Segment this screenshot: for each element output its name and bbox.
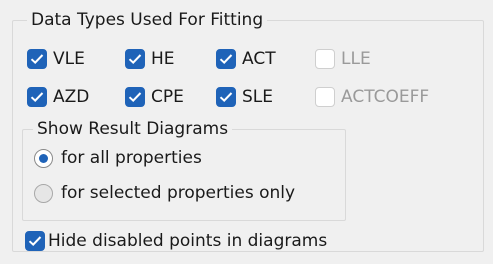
checkbox-he-box[interactable]: [125, 49, 145, 69]
checkbox-azd-label: AZD: [53, 87, 90, 107]
checkbox-hide-disabled-points-box[interactable]: [25, 231, 45, 251]
checkbox-he[interactable]: HE: [125, 46, 175, 72]
checkbox-sle-box[interactable]: [216, 87, 236, 107]
radio-selected-properties[interactable]: for selected properties only: [34, 180, 295, 206]
checkbox-actcoeff-label: ACTCOEFF: [341, 87, 430, 107]
checkbox-act[interactable]: ACT: [216, 46, 276, 72]
checkbox-actcoeff-box: [315, 87, 335, 107]
radio-all-properties-label: for all properties: [61, 148, 202, 168]
checkbox-vle-box[interactable]: [27, 49, 47, 69]
data-types-legend: Data Types Used For Fitting: [27, 9, 268, 31]
checkbox-vle-label: VLE: [53, 49, 85, 69]
checkmark-icon: [128, 92, 142, 102]
result-diagrams-legend: Show Result Diagrams: [33, 118, 233, 140]
radio-selected-properties-button[interactable]: [34, 183, 53, 203]
checkmark-icon: [219, 54, 233, 64]
checkbox-he-label: HE: [151, 49, 175, 69]
checkbox-cpe[interactable]: CPE: [125, 84, 184, 110]
checkbox-actcoeff: ACTCOEFF: [315, 84, 429, 110]
checkmark-icon: [28, 236, 42, 246]
checkmark-icon: [219, 92, 233, 102]
radio-all-properties-button[interactable]: [34, 148, 53, 168]
checkbox-azd-box[interactable]: [27, 87, 47, 107]
checkbox-cpe-box[interactable]: [125, 87, 145, 107]
fitting-options-panel: Data Types Used For Fitting VLE HE ACT L…: [0, 0, 493, 264]
checkmark-icon: [30, 54, 44, 64]
checkbox-lle-box: [315, 49, 335, 69]
checkbox-lle-label: LLE: [341, 49, 371, 69]
checkbox-azd[interactable]: AZD: [27, 84, 89, 110]
checkbox-act-box[interactable]: [216, 49, 236, 69]
result-diagrams-groupbox: [22, 129, 346, 221]
checkbox-vle[interactable]: VLE: [27, 46, 85, 72]
checkmark-icon: [128, 54, 142, 64]
checkmark-icon: [30, 92, 44, 102]
checkbox-hide-disabled-points[interactable]: Hide disabled points in diagrams: [25, 228, 327, 254]
checkbox-sle-label: SLE: [242, 87, 274, 107]
radio-all-properties[interactable]: for all properties: [34, 145, 202, 171]
checkbox-hide-disabled-points-label: Hide disabled points in diagrams: [48, 231, 328, 251]
checkbox-sle[interactable]: SLE: [216, 84, 273, 110]
checkbox-cpe-label: CPE: [151, 87, 184, 107]
checkbox-act-label: ACT: [242, 49, 276, 69]
checkbox-lle: LLE: [315, 46, 371, 72]
radio-selected-properties-label: for selected properties only: [61, 183, 296, 203]
